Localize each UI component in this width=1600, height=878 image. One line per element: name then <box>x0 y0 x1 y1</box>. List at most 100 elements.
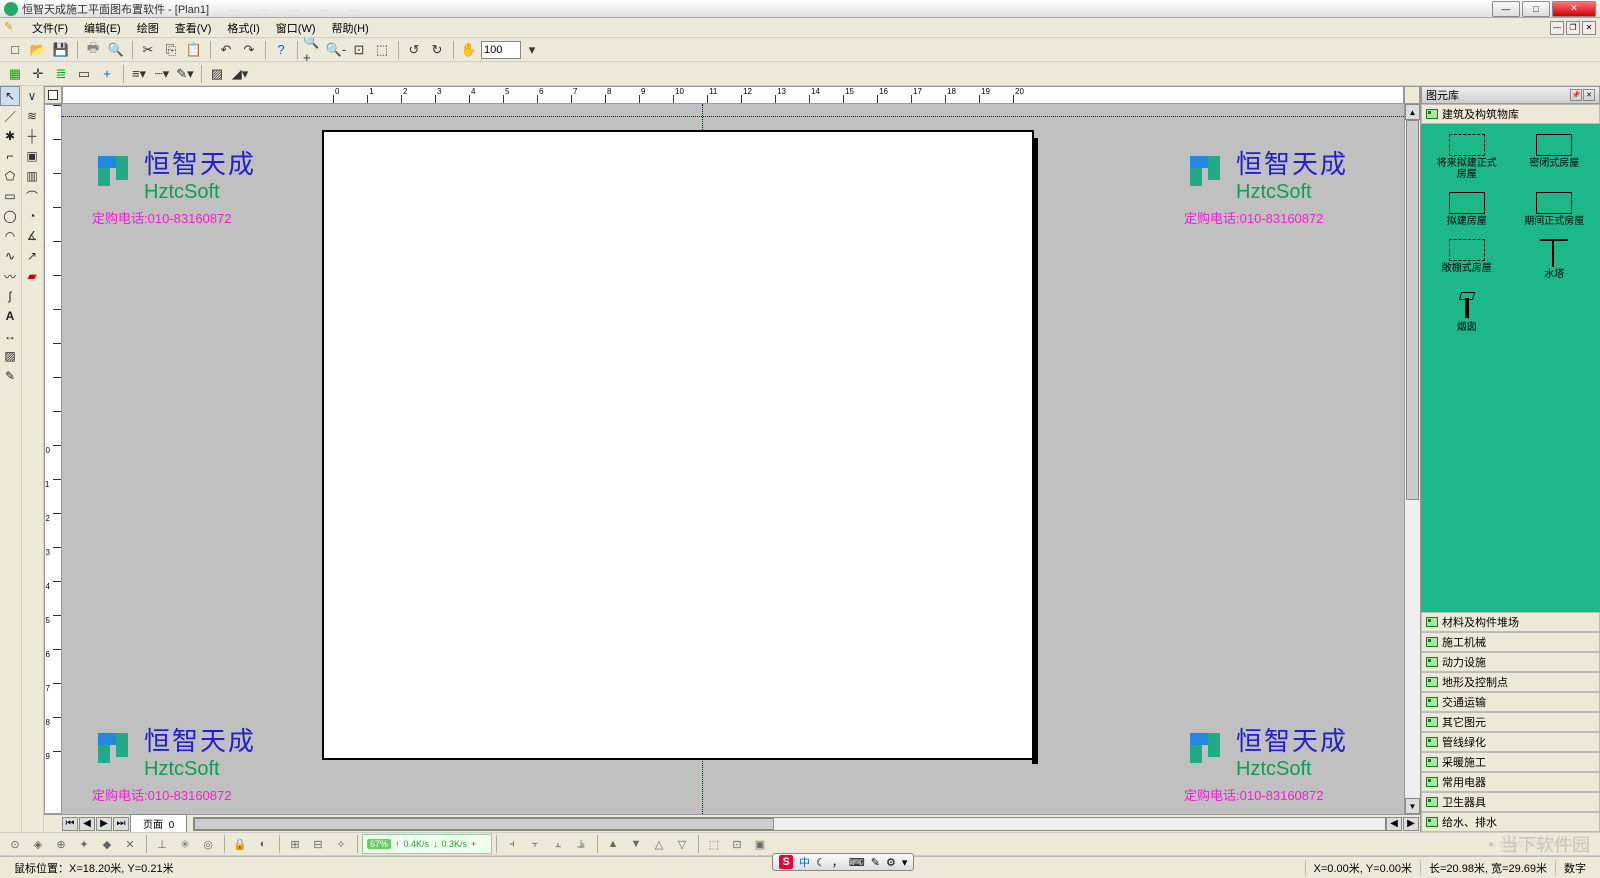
construction-icon[interactable]: ┼ <box>22 126 42 146</box>
panel-close-icon[interactable]: ✕ <box>1583 89 1595 101</box>
scroll-thumb[interactable] <box>1406 120 1419 500</box>
zoom-dropdown-icon[interactable]: ▾ <box>521 40 543 60</box>
polyline-tool-icon[interactable]: ⌐ <box>0 146 20 166</box>
send-back-icon[interactable]: ▼ <box>625 834 647 854</box>
library-item[interactable]: 将来拟建正式房屋 <box>1427 130 1507 184</box>
region-icon[interactable]: ◔ <box>22 206 42 226</box>
scroll-right-icon[interactable]: ▶ <box>1403 817 1419 831</box>
grid-icon[interactable]: ▦ <box>4 64 26 84</box>
ruler-corner[interactable] <box>44 86 62 104</box>
category-item[interactable]: 采暖施工 <box>1421 752 1600 772</box>
ellipse-tool-icon[interactable]: ◯ <box>0 206 20 226</box>
tab-first-icon[interactable]: ⏮ <box>62 817 78 831</box>
ime-handwrite-icon[interactable]: ✎ <box>871 856 880 869</box>
rect-tool-icon[interactable]: ▭ <box>0 186 20 206</box>
category-item[interactable]: 卫生器具 <box>1421 792 1600 812</box>
category-active[interactable]: 建筑及构筑物库 <box>1421 104 1600 124</box>
close-button[interactable]: ✕ <box>1552 1 1596 17</box>
library-item[interactable]: 期间正式房屋 <box>1515 188 1595 231</box>
horizontal-ruler[interactable] <box>62 86 1404 104</box>
mdi-restore-button[interactable]: ❐ <box>1566 21 1580 35</box>
layers-icon[interactable]: ≣ <box>50 64 72 84</box>
paint-tool-icon[interactable]: ✎ <box>0 366 20 386</box>
lock-icon[interactable]: 🔒 <box>229 834 251 854</box>
page-tab[interactable]: 页面 0 <box>130 814 187 832</box>
ime-moon-icon[interactable]: ☾ <box>816 856 826 869</box>
scroll-down-icon[interactable]: ▼ <box>1405 798 1420 814</box>
add-icon[interactable]: + <box>96 64 118 84</box>
menu-view[interactable]: 查看(V) <box>167 18 220 38</box>
help-icon[interactable]: ? <box>270 40 292 60</box>
zoom-input[interactable] <box>481 41 521 59</box>
polar-icon[interactable]: ✳ <box>174 834 196 854</box>
category-item[interactable]: 材料及构件堆场 <box>1421 612 1600 632</box>
network-widget[interactable]: 67% ↑0.4K/s ↓0.3K/s + <box>362 834 492 854</box>
hatch2-icon[interactable]: ▥ <box>22 166 42 186</box>
category-item[interactable]: 交通运输 <box>1421 692 1600 712</box>
zoom-window-icon[interactable]: ⬚ <box>371 40 393 60</box>
undo-icon[interactable]: ↶ <box>215 40 237 60</box>
open-icon[interactable]: 📂 <box>27 40 49 60</box>
hatch-tool-icon[interactable]: ▨ <box>0 346 20 366</box>
spline-tool-icon[interactable]: 〰 <box>0 266 20 286</box>
ime-logo-icon[interactable]: S <box>779 855 793 869</box>
fillpattern-icon[interactable]: ▨ <box>206 64 228 84</box>
ime-keyboard-icon[interactable]: ⌨ <box>849 856 865 869</box>
library-item[interactable]: 拟建房屋 <box>1427 188 1507 231</box>
library-item[interactable]: 水塔 <box>1515 235 1595 284</box>
menu-format[interactable]: 格式(I) <box>219 18 267 38</box>
zoom-out-icon[interactable]: 🔍- <box>325 40 347 60</box>
lineweight-icon[interactable]: ≡▾ <box>128 64 150 84</box>
text-tool-icon[interactable]: A <box>0 306 20 326</box>
menu-file[interactable]: 文件(F) <box>24 18 76 38</box>
align-right-icon[interactable]: ⫠ <box>547 834 569 854</box>
new-icon[interactable]: □ <box>4 40 26 60</box>
multiline-icon[interactable]: ≋ <box>22 106 42 126</box>
align-left-icon[interactable]: ⫞ <box>501 834 523 854</box>
menu-window[interactable]: 窗口(W) <box>268 18 324 38</box>
ime-lang[interactable]: 中 <box>799 854 810 870</box>
align-top-icon[interactable]: ⫡ <box>570 834 592 854</box>
zoom-fit-icon[interactable]: ⊡ <box>348 40 370 60</box>
drawing-viewport[interactable]: 恒智天成HztcSoft 定购电话:010-83160872 恒智天成HztcS… <box>62 104 1404 814</box>
bring-front-icon[interactable]: ▲ <box>602 834 624 854</box>
point-tool-icon[interactable]: ✱ <box>0 126 20 146</box>
group-icon[interactable]: ⊞ <box>284 834 306 854</box>
same-size-icon[interactable]: ▣ <box>749 834 771 854</box>
snap-quad-icon[interactable]: ◆ <box>96 834 118 854</box>
curve-tool-icon[interactable]: ∿ <box>0 246 20 266</box>
dist-v-icon[interactable]: ⊡ <box>726 834 748 854</box>
ime-dropdown-icon[interactable]: ▾ <box>902 856 908 869</box>
minimize-button[interactable]: — <box>1492 1 1520 17</box>
tab-prev-icon[interactable]: ◀ <box>79 817 95 831</box>
library-item[interactable]: 敞棚式房屋 <box>1427 235 1507 284</box>
linecolor-icon[interactable]: ✎▾ <box>174 64 196 84</box>
rotate-right-icon[interactable]: ↻ <box>426 40 448 60</box>
ime-punct-icon[interactable]: ， <box>832 854 843 870</box>
polyline2-icon[interactable]: ∨ <box>22 86 42 106</box>
cut-icon[interactable]: ✂ <box>137 40 159 60</box>
mdi-minimize-button[interactable]: — <box>1550 21 1564 35</box>
send-backward-icon[interactable]: ▽ <box>671 834 693 854</box>
library-item[interactable]: 烟囱 <box>1427 288 1507 337</box>
snap-int-icon[interactable]: ✕ <box>119 834 141 854</box>
polygon-tool-icon[interactable]: ⬠ <box>0 166 20 186</box>
layer-toggle-icon[interactable]: ◐ <box>252 834 274 854</box>
save-icon[interactable]: 💾 <box>50 40 72 60</box>
snap-icon[interactable]: ✛ <box>27 64 49 84</box>
ime-toolbar[interactable]: S 中 ☾ ， ⌨ ✎ ⚙ ▾ <box>772 853 914 871</box>
category-item[interactable]: 其它图元 <box>1421 712 1600 732</box>
snap-node-icon[interactable]: ✦ <box>73 834 95 854</box>
ortho-icon[interactable]: ⊥ <box>151 834 173 854</box>
arc-tool-icon[interactable]: ◠ <box>0 226 20 246</box>
snap-mid-icon[interactable]: ◈ <box>27 834 49 854</box>
vertical-ruler[interactable] <box>44 104 62 814</box>
ungroup-icon[interactable]: ⊟ <box>307 834 329 854</box>
linestyle-icon[interactable]: ┈▾ <box>151 64 173 84</box>
maximize-button[interactable]: □ <box>1522 1 1550 17</box>
snap-center-icon[interactable]: ⊕ <box>50 834 72 854</box>
redo-icon[interactable]: ↷ <box>238 40 260 60</box>
line-tool-icon[interactable]: ／ <box>0 106 20 126</box>
category-item[interactable]: 施工机械 <box>1421 632 1600 652</box>
fillcolor-icon[interactable]: ◢▾ <box>229 64 251 84</box>
